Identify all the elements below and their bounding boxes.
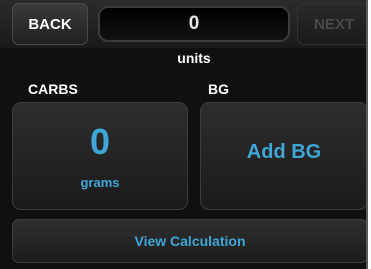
back-button[interactable]: BACK <box>12 3 88 45</box>
carbs-section-label: CARBS <box>28 81 78 97</box>
next-button[interactable]: NEXT <box>297 3 366 45</box>
add-bg-label: Add BG <box>246 141 322 163</box>
units-label: units <box>177 50 211 66</box>
carbs-button[interactable]: 0 grams <box>12 102 188 210</box>
view-calculation-button[interactable]: View Calculation <box>12 219 366 263</box>
bolus-screen: BACK 0 NEXT units CARBS BG 0 grams Add B… <box>0 0 368 269</box>
bg-section-label: BG <box>208 81 229 97</box>
top-bar: BACK 0 NEXT <box>0 0 366 48</box>
add-bg-button[interactable]: Add BG <box>200 102 366 210</box>
units-input[interactable]: 0 <box>98 6 290 42</box>
carbs-value: 0 <box>89 121 111 162</box>
carbs-unit-label: grams <box>80 175 120 190</box>
